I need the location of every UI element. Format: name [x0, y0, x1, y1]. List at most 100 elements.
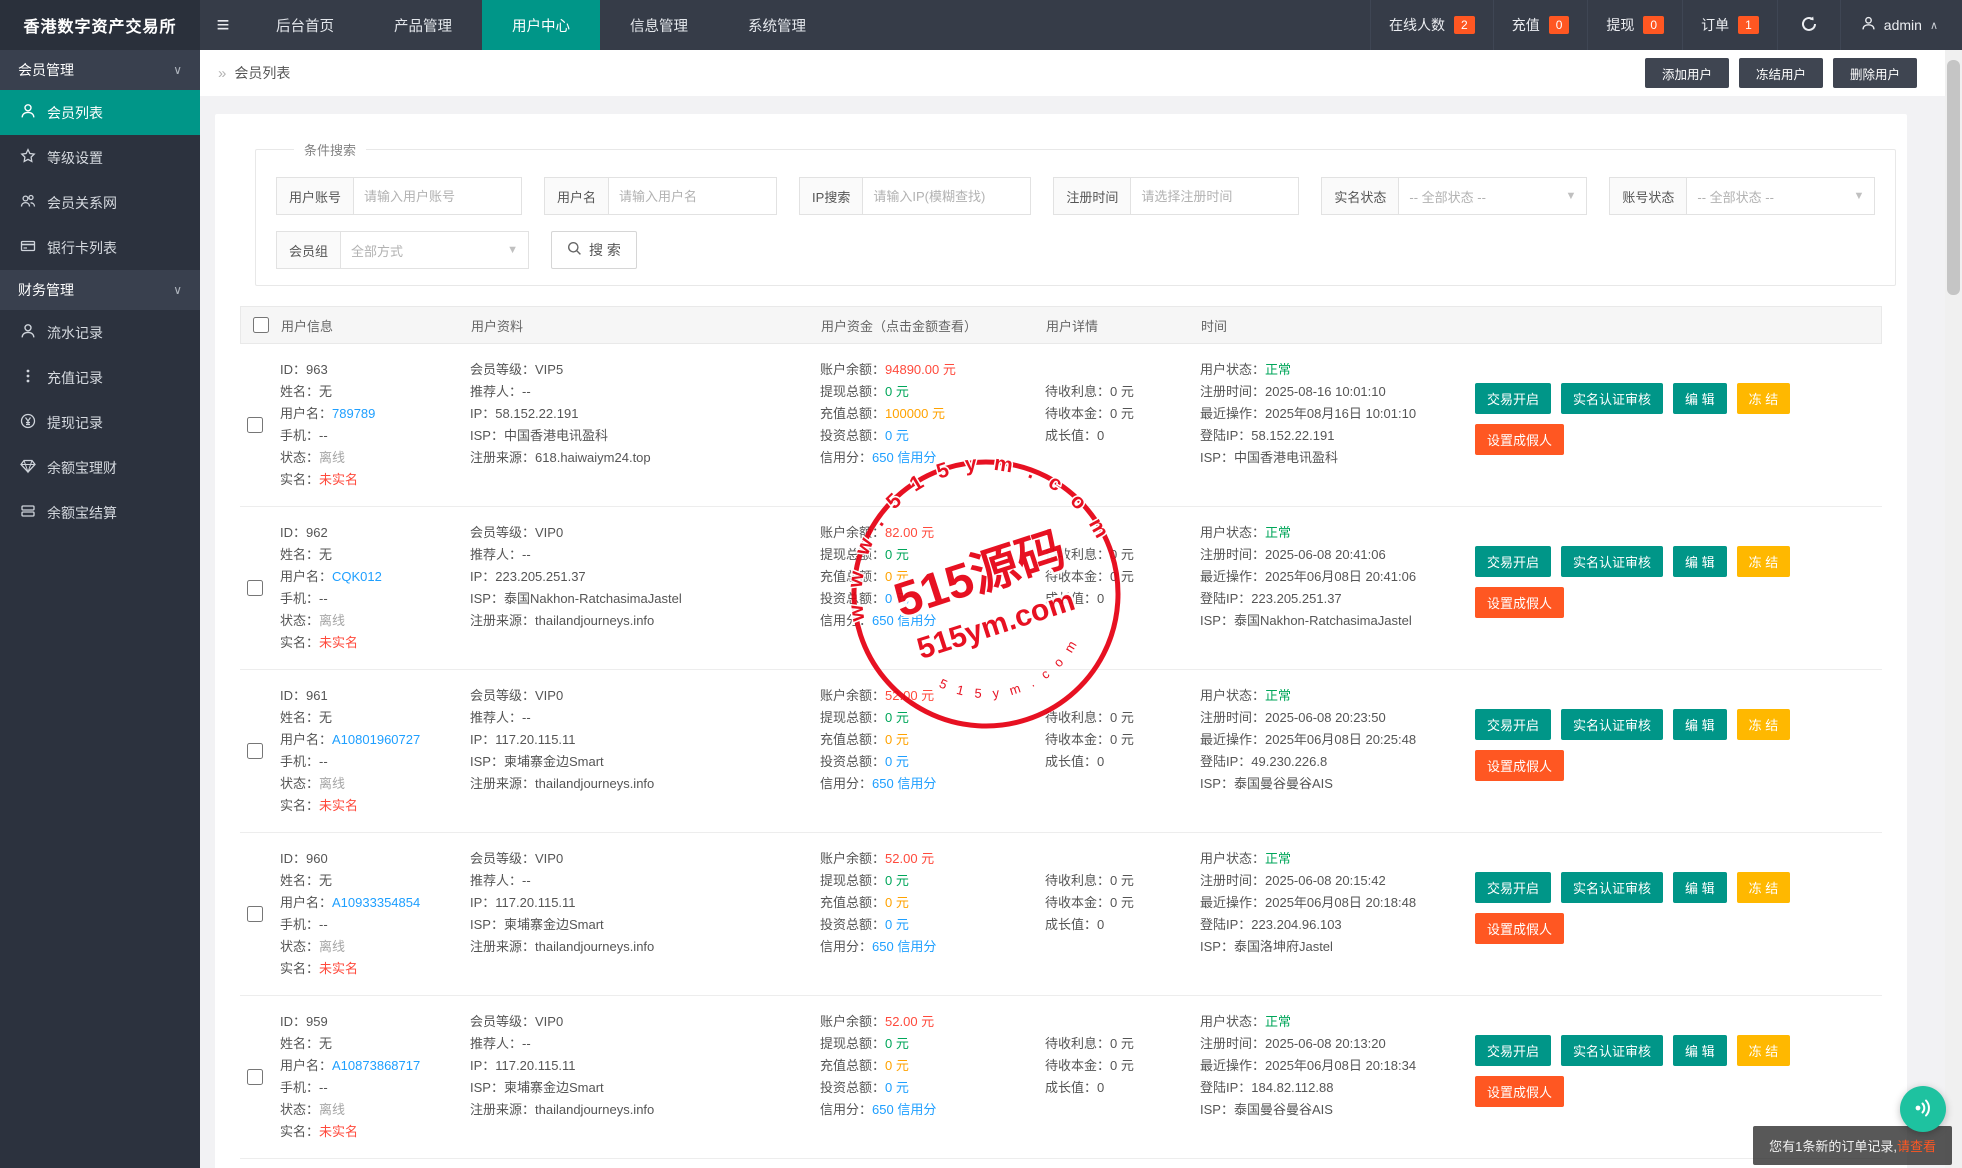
username-link[interactable]: A10801960727 [332, 732, 420, 747]
stat-recharge[interactable]: 充值 0 [1492, 0, 1588, 50]
sidebar-item-bank-cards[interactable]: 银行卡列表 [0, 225, 200, 270]
credit-score[interactable]: 650 信用分 [872, 450, 936, 465]
kyc-review-button[interactable]: 实名认证审核 [1561, 872, 1664, 903]
row-checkbox[interactable] [247, 580, 263, 596]
stat-online-users[interactable]: 在线人数 2 [1370, 0, 1493, 50]
edit-button[interactable]: 编 辑 [1673, 383, 1727, 414]
set-fake-button[interactable]: 设置成假人 [1475, 587, 1565, 618]
edit-button[interactable]: 编 辑 [1673, 1035, 1727, 1066]
tab-user-center[interactable]: 用户中心 [482, 0, 600, 50]
withdraw-total[interactable]: 0 元 [885, 1036, 909, 1051]
withdraw-total[interactable]: 0 元 [885, 547, 909, 562]
sidebar-item-level-settings[interactable]: 等级设置 [0, 135, 200, 180]
set-fake-button[interactable]: 设置成假人 [1475, 913, 1565, 944]
row-checkbox[interactable] [247, 906, 263, 922]
username-link[interactable]: CQK012 [332, 569, 382, 584]
stat-orders[interactable]: 订单 1 [1682, 0, 1777, 50]
account-balance[interactable]: 94890.00 元 [885, 362, 956, 377]
username-input[interactable] [609, 177, 778, 215]
sidebar-group-finance-mgmt[interactable]: 财务管理 ∨ [0, 270, 200, 310]
sidebar-item-member-network[interactable]: 会员关系网 [0, 180, 200, 225]
sidebar-item-recharge-records[interactable]: 充值记录 [0, 355, 200, 400]
kyc-review-button[interactable]: 实名认证审核 [1561, 546, 1664, 577]
credit-score[interactable]: 650 信用分 [872, 939, 936, 954]
edit-button[interactable]: 编 辑 [1673, 709, 1727, 740]
trade-toggle-button[interactable]: 交易开启 [1475, 383, 1552, 414]
sidebar-group-member-mgmt[interactable]: 会员管理 ∨ [0, 50, 200, 90]
set-fake-button[interactable]: 设置成假人 [1475, 750, 1565, 781]
recharge-total[interactable]: 0 元 [885, 895, 909, 910]
freeze-button[interactable]: 冻 结 [1736, 546, 1791, 577]
account-balance[interactable]: 52.00 元 [885, 1014, 934, 1029]
credit-score[interactable]: 650 信用分 [872, 1102, 936, 1117]
edit-button[interactable]: 编 辑 [1673, 872, 1727, 903]
sidebar-item-member-list[interactable]: 会员列表 [0, 90, 200, 135]
tab-system[interactable]: 系统管理 [718, 0, 836, 50]
withdraw-total[interactable]: 0 元 [885, 384, 909, 399]
freeze-user-button[interactable]: 冻结用户 [1738, 58, 1823, 88]
account-input[interactable] [354, 177, 523, 215]
account-balance[interactable]: 52.00 元 [885, 688, 934, 703]
freeze-button[interactable]: 冻 结 [1736, 872, 1791, 903]
username-link[interactable]: A10933354854 [332, 895, 420, 910]
kyc-review-button[interactable]: 实名认证审核 [1561, 1035, 1664, 1066]
view-order-link[interactable]: 请查看 [1897, 1139, 1936, 1154]
sidebar-item-flow-records[interactable]: 流水记录 [0, 310, 200, 355]
invest-total[interactable]: 0 元 [885, 754, 909, 769]
credit-score[interactable]: 650 信用分 [872, 776, 936, 791]
recharge-total[interactable]: 0 元 [885, 569, 909, 584]
delete-user-button[interactable]: 删除用户 [1832, 58, 1917, 88]
username-link[interactable]: 789789 [332, 406, 375, 421]
hamburger-icon[interactable]: ≡ [200, 0, 246, 50]
register-time: 2025-06-08 20:23:50 [1265, 710, 1386, 725]
invest-total[interactable]: 0 元 [885, 428, 909, 443]
tab-products[interactable]: 产品管理 [364, 0, 482, 50]
admin-dropdown[interactable]: admin ∧ [1839, 0, 1962, 50]
invest-total[interactable]: 0 元 [885, 1080, 909, 1095]
kyc-review-button[interactable]: 实名认证审核 [1561, 383, 1664, 414]
set-fake-button[interactable]: 设置成假人 [1475, 1076, 1565, 1107]
credit-score[interactable]: 650 信用分 [872, 613, 936, 628]
account-status-select[interactable]: -- 全部状态 -- ▼ [1687, 177, 1876, 215]
recharge-total[interactable]: 100000 元 [885, 406, 945, 421]
account-balance[interactable]: 52.00 元 [885, 851, 934, 866]
username-link[interactable]: A10873868717 [332, 1058, 420, 1073]
reg-time-input[interactable] [1131, 177, 1300, 215]
tab-dashboard[interactable]: 后台首页 [246, 0, 364, 50]
set-fake-button[interactable]: 设置成假人 [1475, 424, 1565, 455]
account-balance[interactable]: 82.00 元 [885, 525, 934, 540]
sidebar-item-yuebao-invest[interactable]: 余额宝理财 [0, 445, 200, 490]
realname-status-select[interactable]: -- 全部状态 -- ▼ [1399, 177, 1588, 215]
trade-toggle-button[interactable]: 交易开启 [1475, 546, 1552, 577]
voice-broadcast-button[interactable] [1900, 1086, 1946, 1132]
row-checkbox[interactable] [247, 743, 263, 759]
trade-toggle-button[interactable]: 交易开启 [1475, 709, 1552, 740]
sidebar-item-withdraw-records[interactable]: 提现记录 [0, 400, 200, 445]
recharge-total[interactable]: 0 元 [885, 1058, 909, 1073]
freeze-button[interactable]: 冻 结 [1736, 709, 1791, 740]
freeze-button[interactable]: 冻 结 [1736, 1035, 1791, 1066]
withdraw-total[interactable]: 0 元 [885, 710, 909, 725]
ip-input[interactable] [863, 177, 1032, 215]
recharge-total[interactable]: 0 元 [885, 732, 909, 747]
invest-total[interactable]: 0 元 [885, 591, 909, 606]
trade-toggle-button[interactable]: 交易开启 [1475, 872, 1552, 903]
scrollbar-thumb[interactable] [1947, 60, 1960, 295]
row-checkbox[interactable] [247, 1069, 263, 1085]
row-checkbox[interactable] [247, 417, 263, 433]
select-all-checkbox[interactable] [253, 317, 269, 333]
sidebar-item-yuebao-settle[interactable]: 余额宝结算 [0, 490, 200, 535]
add-user-button[interactable]: 添加用户 [1644, 58, 1729, 88]
refresh-button[interactable] [1776, 0, 1840, 50]
stat-withdraw[interactable]: 提现 0 [1587, 0, 1682, 50]
member-group-select[interactable]: 全部方式 ▼ [341, 231, 530, 269]
navbar-right: 在线人数 2 充值 0 提现 0 订单 1 admin ∧ [1370, 0, 1962, 50]
withdraw-total[interactable]: 0 元 [885, 873, 909, 888]
kyc-review-button[interactable]: 实名认证审核 [1561, 709, 1664, 740]
invest-total[interactable]: 0 元 [885, 917, 909, 932]
search-button[interactable]: 搜 索 [551, 231, 637, 269]
trade-toggle-button[interactable]: 交易开启 [1475, 1035, 1552, 1066]
edit-button[interactable]: 编 辑 [1673, 546, 1727, 577]
tab-information[interactable]: 信息管理 [600, 0, 718, 50]
freeze-button[interactable]: 冻 结 [1736, 383, 1791, 414]
